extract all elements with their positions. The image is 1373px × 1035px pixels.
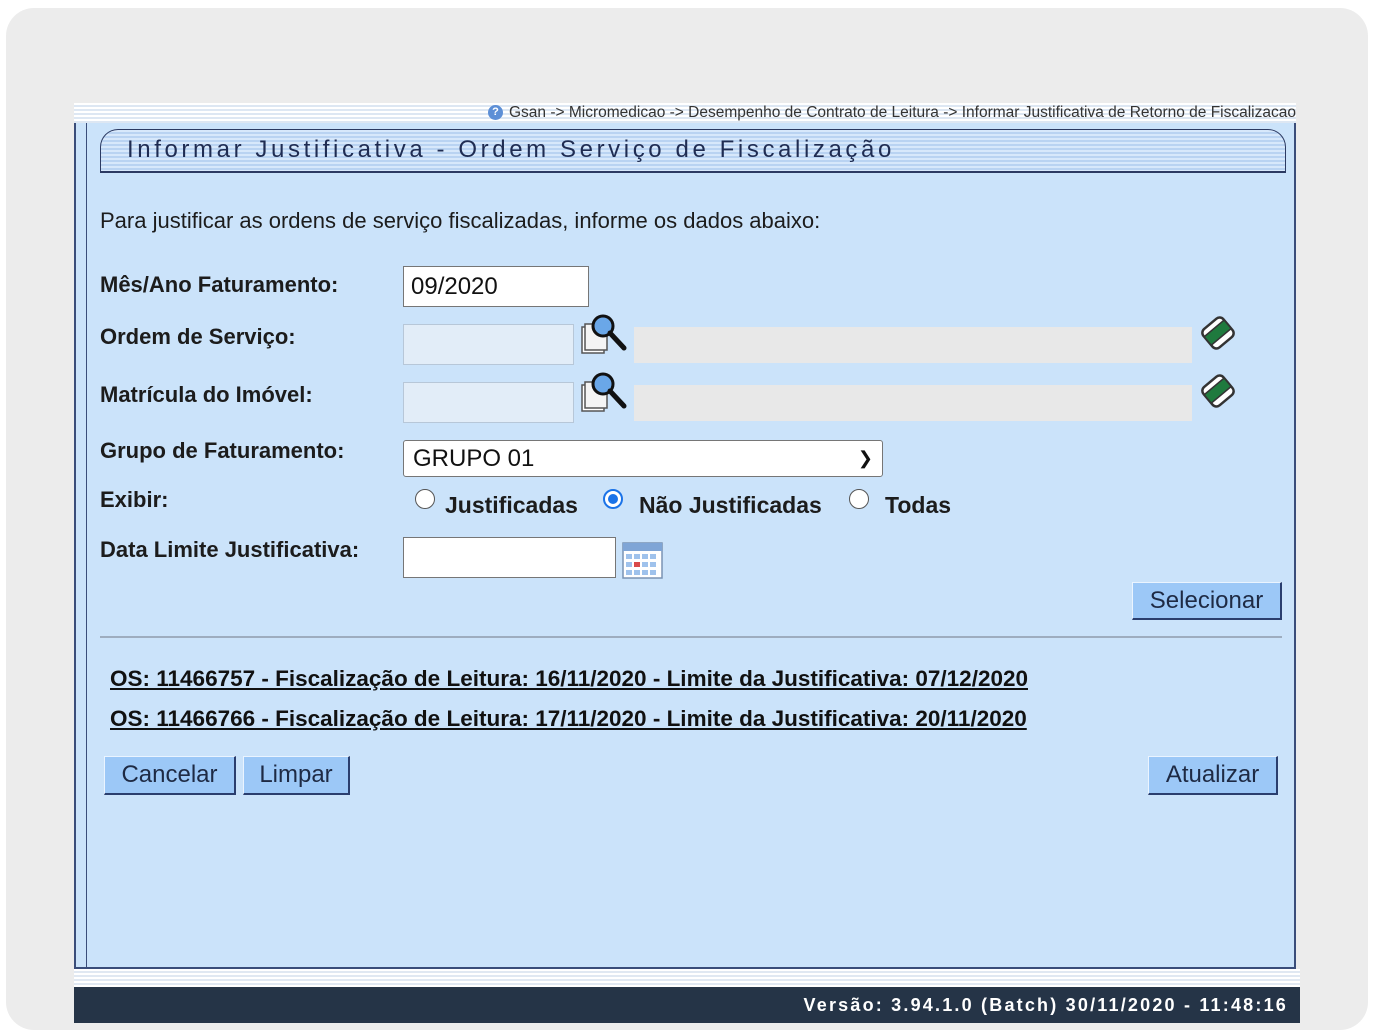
matricula-input[interactable] (403, 382, 574, 423)
help-icon[interactable]: ? (487, 105, 503, 121)
footer-bar: Versão: 3.94.1.0 (Batch) 30/11/2020 - 11… (74, 987, 1300, 1023)
mes-ano-label: Mês/Ano Faturamento: (100, 272, 339, 297)
radio-justificadas[interactable] (415, 489, 435, 509)
ordem-servico-input[interactable] (403, 324, 574, 365)
matricula-description (634, 385, 1192, 421)
update-button[interactable]: Atualizar (1148, 756, 1278, 795)
exibir-label: Exibir: (100, 487, 169, 512)
grupo-label: Grupo de Faturamento: (100, 438, 345, 463)
divider (100, 636, 1282, 638)
page-title: Informar Justificativa - Ordem Serviço d… (127, 136, 895, 163)
breadcrumb-text: Gsan -> Micromedicao -> Desempenho de Co… (508, 104, 1296, 121)
data-limite-input[interactable] (403, 537, 616, 578)
radio-nao-justificadas-label: Não Justificadas (639, 492, 822, 518)
search-matricula-icon[interactable] (579, 368, 627, 414)
os-link-2[interactable]: OS: 11466766 - Fiscalização de Leitura: … (110, 706, 1027, 732)
chevron-down-icon: ❯ (857, 448, 873, 468)
eraser-ordem-icon[interactable] (1199, 313, 1237, 353)
title-bar: Informar Justificativa - Ordem Serviço d… (100, 129, 1286, 173)
os-link-1[interactable]: OS: 11466757 - Fiscalização de Leitura: … (110, 666, 1028, 692)
calendar-icon[interactable] (622, 542, 663, 579)
mes-ano-input[interactable] (403, 266, 589, 307)
matricula-label: Matrícula do Imóvel: (100, 382, 313, 407)
selecionar-button[interactable]: Selecionar (1132, 582, 1282, 620)
breadcrumb: ? Gsan -> Micromedicao -> Desempenho de C… (74, 103, 1296, 123)
radio-todas-label: Todas (885, 492, 952, 518)
radio-justificadas-label: Justificadas (445, 492, 578, 518)
radio-nao-justificadas[interactable] (603, 489, 623, 509)
data-limite-label: Data Limite Justificativa: (100, 537, 360, 562)
instruction-text: Para justificar as ordens de serviço fis… (100, 208, 821, 233)
eraser-matricula-icon[interactable] (1199, 371, 1237, 411)
version-text: Versão: 3.94.1.0 (Batch) 30/11/2020 - 11… (803, 995, 1288, 1015)
grupo-selected-value: GRUPO 01 (413, 445, 535, 472)
radio-todas[interactable] (849, 489, 869, 509)
search-ordem-icon[interactable] (579, 310, 627, 356)
ordem-servico-label: Ordem de Serviço: (100, 324, 296, 349)
bottom-strip (74, 969, 1300, 987)
cancel-button[interactable]: Cancelar (104, 756, 236, 795)
grupo-select[interactable]: GRUPO 01 ❯ (403, 440, 883, 477)
clear-button[interactable]: Limpar (243, 756, 350, 795)
ordem-servico-description (634, 327, 1192, 363)
